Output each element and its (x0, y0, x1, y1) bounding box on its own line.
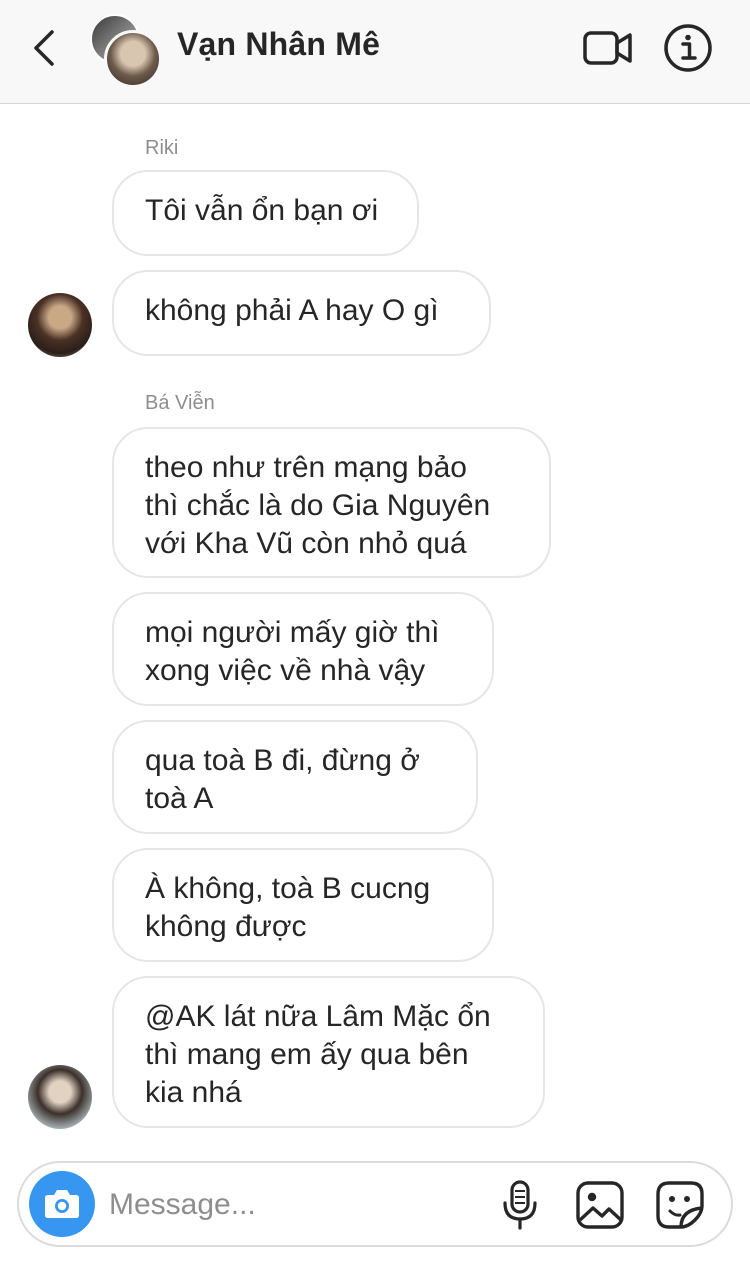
camera-icon (45, 1190, 79, 1218)
message-composer (17, 1161, 733, 1247)
message-bubble[interactable]: theo như trên mạng bảo thì chắc là do Gi… (112, 427, 551, 578)
info-button[interactable] (662, 22, 714, 74)
sender-name: Riki (145, 137, 179, 159)
message-bubble[interactable]: qua toà B đi, đừng ở toà A (112, 720, 478, 834)
group-avatar[interactable] (90, 14, 162, 88)
avatar[interactable] (28, 1065, 92, 1129)
sender-name: Bá Viễn (145, 392, 215, 414)
sticker-button[interactable] (655, 1180, 705, 1230)
chat-title[interactable]: Vạn Nhân Mê (177, 26, 380, 63)
microphone-button[interactable] (501, 1179, 539, 1231)
message-bubble[interactable]: không phải A hay O gì (112, 270, 491, 356)
message-bubble[interactable]: @AK lát nữa Lâm Mặc ổn thì mang em ấy qu… (112, 976, 545, 1128)
message-bubble[interactable]: mọi người mấy giờ thì xong việc về nhà v… (112, 592, 494, 706)
video-camera-icon (583, 31, 632, 65)
chat-header: Vạn Nhân Mê (0, 0, 750, 104)
back-button[interactable] (28, 26, 64, 70)
message-bubble[interactable]: À không, toà B cucng không được (112, 848, 494, 962)
message-input[interactable] (109, 1183, 479, 1227)
microphone-icon (503, 1180, 537, 1230)
camera-button[interactable] (29, 1171, 95, 1237)
avatar[interactable] (28, 293, 92, 357)
message-bubble[interactable]: Tôi vẫn ổn bạn ơi (112, 170, 419, 256)
image-icon (576, 1181, 624, 1229)
group-avatar-front (104, 30, 162, 88)
info-icon (664, 24, 712, 72)
chevron-left-icon (34, 30, 54, 66)
sticker-icon (656, 1181, 704, 1229)
gallery-button[interactable] (575, 1180, 625, 1230)
video-call-button[interactable] (582, 26, 634, 70)
